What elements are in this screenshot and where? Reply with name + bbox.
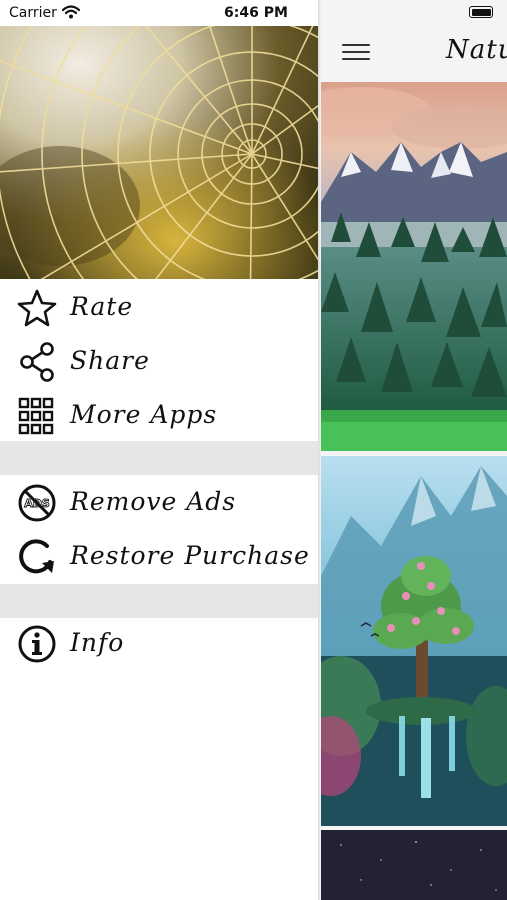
menu-item-restore-purchase[interactable]: Restore Purchase: [0, 530, 318, 584]
side-drawer: Carrier 6:46 PM Rate Share More Apps Rem…: [0, 0, 321, 900]
menu-item-share[interactable]: Share: [0, 335, 318, 389]
menu-item-label: Remove Ads: [70, 487, 237, 516]
status-time: 6:46 PM: [224, 5, 288, 21]
battery-indicator: [469, 6, 501, 20]
hamburger-menu-icon[interactable]: [342, 42, 370, 62]
page-title: Natu: [446, 35, 507, 65]
menu-item-info[interactable]: Info: [0, 617, 318, 671]
battery-icon: [469, 6, 493, 18]
menu-item-label: Restore Purchase: [70, 541, 310, 570]
status-bar: Carrier 6:46 PM: [0, 0, 318, 26]
no-ads-icon: ADS: [18, 484, 56, 522]
menu-item-remove-ads[interactable]: ADS Remove Ads: [0, 476, 318, 530]
section-separator: [0, 584, 318, 618]
menu-item-label: Rate: [70, 292, 134, 321]
grid-icon: [18, 397, 54, 435]
menu-item-label: Share: [70, 346, 150, 375]
wallpaper-thumbnail-mountains[interactable]: [321, 82, 507, 451]
share-icon: [20, 342, 54, 382]
main-content: Natu: [318, 0, 507, 900]
wallpaper-thumbnail-night-sky[interactable]: [321, 830, 507, 900]
menu-item-label: More Apps: [70, 400, 218, 429]
info-icon: [18, 625, 56, 663]
menu-item-more-apps[interactable]: More Apps: [0, 389, 318, 443]
menu-item-label: Info: [70, 628, 125, 657]
star-icon: [17, 289, 57, 327]
wallpaper-thumbnail-fantasy-tree[interactable]: [321, 456, 507, 826]
menu-item-rate[interactable]: Rate: [0, 281, 318, 335]
drawer-header-image: [0, 26, 318, 279]
carrier-label: Carrier: [9, 5, 57, 21]
wifi-icon: [62, 5, 80, 19]
section-separator: [0, 441, 318, 475]
navigation-bar: Natu: [318, 26, 507, 80]
restore-icon: [19, 539, 54, 574]
